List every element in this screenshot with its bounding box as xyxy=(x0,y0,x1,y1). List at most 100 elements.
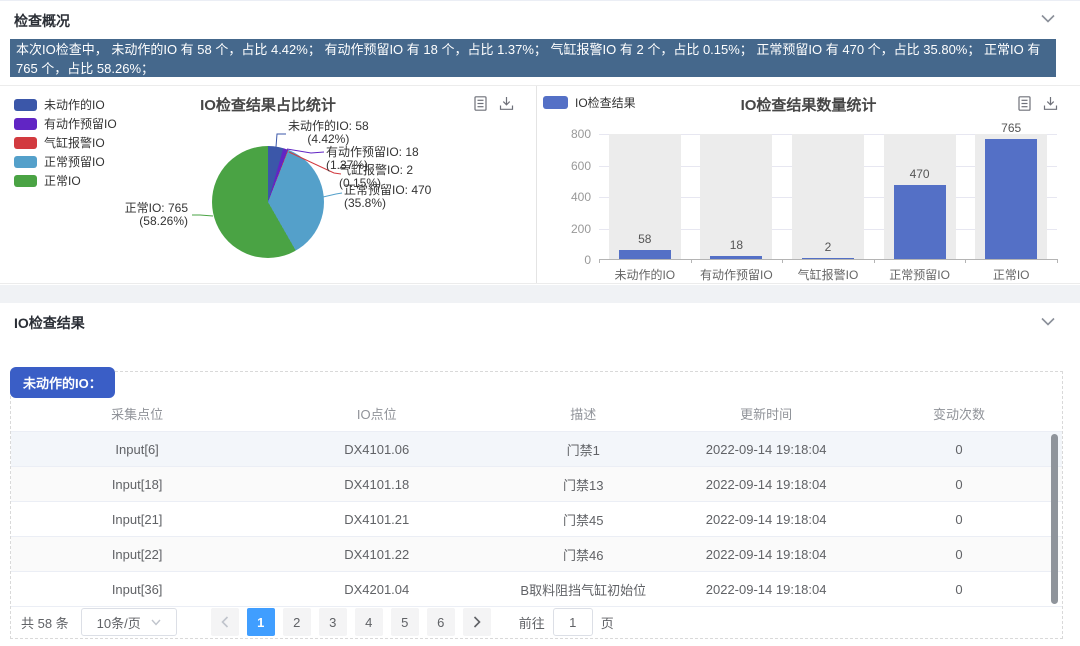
y-axis-tick-label: 200 xyxy=(537,222,591,236)
chevron-left-icon xyxy=(221,616,229,628)
table-row: Input[36]DX4201.04B取料阻挡气缸初始位2022-09-14 1… xyxy=(11,572,1062,607)
results-section: IO检查结果 未动作的IO： 采集点位 IO点位 描述 更新时间 变动次数 In… xyxy=(0,303,1080,646)
table-cell: 门禁46 xyxy=(490,545,676,564)
pagination-total: 共 58 条 xyxy=(21,613,69,632)
column-header: 变动次数 xyxy=(856,404,1062,423)
page-number-button[interactable]: 1 xyxy=(247,608,275,636)
bar-legend-label: IO检查结果 xyxy=(575,94,636,111)
next-page-button[interactable] xyxy=(463,608,491,636)
pagination-bar: 共 58 条 10条/页 123456 xyxy=(15,608,1058,636)
x-axis-tick xyxy=(1057,259,1058,263)
x-axis-category-label: 正常预留IO xyxy=(874,266,966,283)
y-axis-tick-label: 400 xyxy=(537,190,591,204)
bar-plot-area: 58182470765 xyxy=(599,134,1057,260)
bar-value-label: 470 xyxy=(894,167,946,181)
x-axis-category-label: 气缸报警IO xyxy=(782,266,874,283)
prev-page-button[interactable] xyxy=(211,608,239,636)
table-cell: Input[6] xyxy=(11,442,263,457)
column-header: 描述 xyxy=(490,404,676,423)
x-axis-category-label: 有动作预留IO xyxy=(691,266,783,283)
results-table-container: 采集点位 IO点位 描述 更新时间 变动次数 Input[6]DX4101.06… xyxy=(10,371,1063,639)
table-cell: 门禁45 xyxy=(490,510,676,529)
table-cell: DX4101.18 xyxy=(263,477,490,492)
y-axis-tick-label: 800 xyxy=(537,127,591,141)
table-row: Input[18]DX4101.18门禁132022-09-14 19:18:0… xyxy=(11,467,1062,502)
bar-legend-item[interactable]: IO检查结果 xyxy=(543,94,636,111)
bar-legend-swatch xyxy=(543,96,568,109)
bar[interactable] xyxy=(710,256,762,259)
bar[interactable] xyxy=(894,185,946,259)
table-cell: Input[18] xyxy=(11,477,263,492)
bar-value-label: 765 xyxy=(985,121,1037,135)
table-cell: 门禁13 xyxy=(490,475,676,494)
table-cell: 2022-09-14 19:18:04 xyxy=(676,477,856,492)
x-axis-tick xyxy=(782,259,783,263)
table-cell: DX4201.04 xyxy=(263,582,490,597)
section-divider xyxy=(0,285,1080,303)
table-cell: Input[36] xyxy=(11,582,263,597)
table-cell: 0 xyxy=(856,582,1062,597)
results-table: 采集点位 IO点位 描述 更新时间 变动次数 Input[6]DX4101.06… xyxy=(11,396,1062,607)
results-collapse-chevron-down-icon[interactable] xyxy=(1041,317,1055,326)
column-header: 采集点位 xyxy=(11,404,263,423)
y-axis-tick-label: 600 xyxy=(537,159,591,173)
overview-section-title: 检查概况 xyxy=(14,11,70,31)
table-body: Input[6]DX4101.06门禁12022-09-14 19:18:040… xyxy=(11,432,1062,607)
column-header: 更新时间 xyxy=(676,404,856,423)
x-axis-tick xyxy=(691,259,692,263)
bar-x-axis-labels: 未动作的IO有动作预留IO气缸报警IO正常预留IO正常IO xyxy=(599,266,1057,283)
pie-slice-label: 正常IO: 765(58.26%) xyxy=(84,202,188,228)
table-row: Input[6]DX4101.06门禁12022-09-14 19:18:040 xyxy=(11,432,1062,467)
table-cell: 2022-09-14 19:18:04 xyxy=(676,442,856,457)
pie-leader-lines xyxy=(0,86,537,285)
y-axis-tick-label: 0 xyxy=(537,253,591,267)
table-row: Input[22]DX4101.22门禁462022-09-14 19:18:0… xyxy=(11,537,1062,572)
table-cell: 0 xyxy=(856,442,1062,457)
table-row: Input[21]DX4101.21门禁452022-09-14 19:18:0… xyxy=(11,502,1062,537)
chevron-right-icon xyxy=(473,616,481,628)
bar[interactable] xyxy=(619,250,671,259)
table-cell: DX4101.06 xyxy=(263,442,490,457)
table-cell: Input[22] xyxy=(11,547,263,562)
bar-toolbox xyxy=(1017,96,1058,111)
page-size-value: 10条/页 xyxy=(97,613,141,632)
bar-chart-panel: IO检查结果数量统计 IO检查结果 0200400600800 xyxy=(537,86,1080,283)
table-header-row: 采集点位 IO点位 描述 更新时间 变动次数 xyxy=(11,396,1062,432)
table-cell: B取料阻挡气缸初始位 xyxy=(490,580,676,599)
goto-page-input[interactable] xyxy=(553,608,593,636)
pie-slice-label: 正常预留IO: 470(35.8%) xyxy=(344,184,431,210)
bar[interactable] xyxy=(802,258,854,259)
goto-suffix: 页 xyxy=(601,613,614,632)
summary-banner: 本次IO检查中， 未动作的IO 有 58 个，占比 4.42%； 有动作预留IO… xyxy=(10,39,1056,77)
page-number-buttons: 123456 xyxy=(243,608,459,636)
bar-value-label: 18 xyxy=(710,238,762,252)
page-size-select[interactable]: 10条/页 xyxy=(81,608,177,636)
pie-slice-label: 未动作的IO: 58(4.42%) xyxy=(288,120,369,146)
x-axis-tick xyxy=(965,259,966,263)
page-number-button[interactable]: 2 xyxy=(283,608,311,636)
table-cell: 0 xyxy=(856,477,1062,492)
page-number-button[interactable]: 5 xyxy=(391,608,419,636)
table-cell: 2022-09-14 19:18:04 xyxy=(676,512,856,527)
x-axis-tick xyxy=(874,259,875,263)
page-number-button[interactable]: 6 xyxy=(427,608,455,636)
table-scrollbar-thumb[interactable] xyxy=(1051,434,1058,604)
bar[interactable] xyxy=(985,139,1037,259)
download-icon[interactable] xyxy=(1043,96,1058,111)
column-header: IO点位 xyxy=(263,404,490,423)
page-number-button[interactable]: 3 xyxy=(319,608,347,636)
charts-card: IO检查结果占比统计 未动作的IO有动作预留IO气缸报警IO正常预留IO正常IO… xyxy=(0,85,1080,284)
chevron-down-icon xyxy=(151,619,161,626)
page-number-button[interactable]: 4 xyxy=(355,608,383,636)
pie-chart-panel: IO检查结果占比统计 未动作的IO有动作预留IO气缸报警IO正常预留IO正常IO… xyxy=(0,86,537,283)
data-view-icon[interactable] xyxy=(1017,96,1032,111)
table-cell: DX4101.22 xyxy=(263,547,490,562)
table-cell: 0 xyxy=(856,547,1062,562)
overview-collapse-chevron-down-icon[interactable] xyxy=(1041,14,1055,23)
table-cell: 门禁1 xyxy=(490,440,676,459)
bar-value-label: 58 xyxy=(619,232,671,246)
goto-label: 前往 xyxy=(519,613,545,632)
results-section-title: IO检查结果 xyxy=(14,313,85,333)
table-cell: 2022-09-14 19:18:04 xyxy=(676,582,856,597)
filter-category-button[interactable]: 未动作的IO： xyxy=(10,367,115,398)
